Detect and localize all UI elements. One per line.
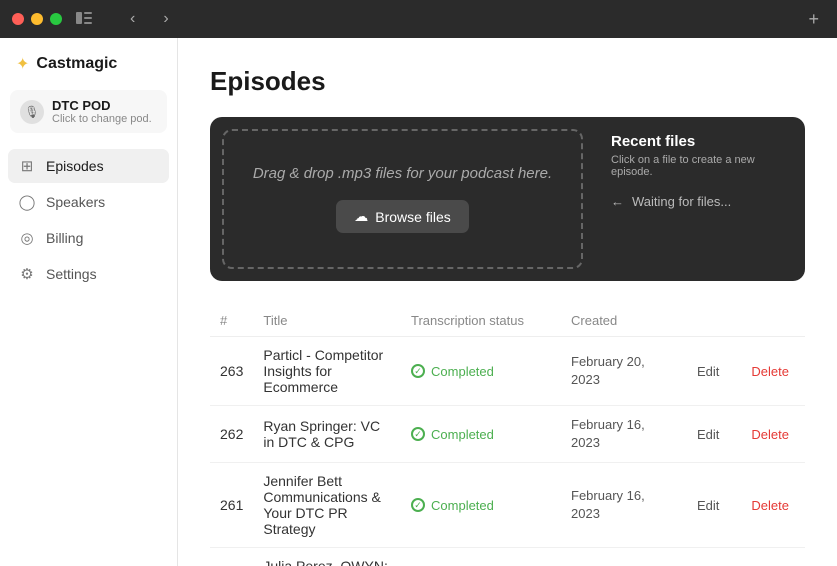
sidebar-label-settings: Settings (46, 266, 97, 282)
sidebar-item-episodes[interactable]: ⊞ Episodes (8, 149, 169, 183)
brand-logo: ✦ Castmagic (0, 54, 177, 90)
edit-button[interactable]: Edit (691, 424, 725, 445)
status-completed-icon: ✓ (411, 498, 425, 512)
row-created: February 14,2023 (561, 548, 681, 566)
podcast-name: DTC POD (52, 98, 152, 113)
cloud-icon: ☁ (354, 208, 368, 225)
table-row: 262 Ryan Springer: VC in DTC & CPG ✓ Com… (210, 406, 805, 463)
titlebar-nav: ‹ › (112, 8, 173, 30)
app-body: ✦ Castmagic 🎙 DTC POD Click to change po… (0, 38, 837, 566)
row-created: February 16,2023 (561, 406, 681, 463)
sidebar-item-settings[interactable]: ⚙ Settings (8, 257, 169, 291)
brand-icon: ✦ (16, 54, 29, 74)
sidebar-toggle-button[interactable] (70, 9, 98, 29)
maximize-dot[interactable] (50, 13, 62, 25)
back-button[interactable]: ‹ (126, 8, 139, 30)
row-created: February 16,2023 (561, 463, 681, 548)
table-row: 263 Particl - Competitor Insights for Ec… (210, 337, 805, 406)
col-header-delete (735, 305, 805, 337)
status-label: Completed (431, 498, 494, 513)
speakers-icon: ◯ (18, 193, 36, 211)
podcast-mic-icon: 🎙 (20, 100, 44, 124)
upload-dropzone[interactable]: Drag & drop .mp3 files for your podcast … (222, 129, 583, 269)
col-header-title: Title (253, 305, 401, 337)
row-edit-cell: Edit (681, 337, 735, 406)
row-num: 261 (210, 463, 253, 548)
forward-button[interactable]: › (159, 8, 172, 30)
row-title: Jennifer Bett Communications & Your DTC … (253, 463, 401, 548)
podcast-info: DTC POD Click to change pod. (52, 98, 152, 125)
waiting-label: Waiting for files... (632, 194, 731, 209)
row-title: Particl - Competitor Insights for Ecomme… (253, 337, 401, 406)
row-num: 260 (210, 548, 253, 566)
recent-files-title: Recent files (611, 133, 789, 150)
table-header-row: # Title Transcription status Created (210, 305, 805, 337)
recent-files-subtitle: Click on a file to create a new episode. (611, 154, 789, 178)
episodes-table: # Title Transcription status Created 263… (210, 305, 805, 566)
episodes-icon: ⊞ (18, 157, 36, 175)
row-num: 262 (210, 406, 253, 463)
close-dot[interactable] (12, 13, 24, 25)
status-label: Completed (431, 364, 494, 379)
billing-icon: ◎ (18, 229, 36, 247)
row-num: 263 (210, 337, 253, 406)
row-created: February 20,2023 (561, 337, 681, 406)
window-controls (12, 13, 62, 25)
podcast-selector[interactable]: 🎙 DTC POD Click to change pod. (10, 90, 167, 133)
status-completed-icon: ✓ (411, 427, 425, 441)
status-completed-icon: ✓ (411, 364, 425, 378)
row-status: ✓ Completed (401, 337, 561, 406)
table-row: 260 Julia Perez, OWYN: How The Best in C… (210, 548, 805, 566)
status-label: Completed (431, 427, 494, 442)
sidebar-label-speakers: Speakers (46, 194, 105, 210)
row-delete-cell: Delete (735, 337, 805, 406)
sidebar-nav: ⊞ Episodes ◯ Speakers ◎ Billing ⚙ Settin… (0, 149, 177, 291)
sidebar-label-episodes: Episodes (46, 158, 104, 174)
row-title: Julia Perez, OWYN: How The Best in CPG G… (253, 548, 401, 566)
upload-section: Drag & drop .mp3 files for your podcast … (210, 117, 805, 281)
browse-label: Browse files (375, 209, 450, 225)
waiting-files: ← Waiting for files... (611, 194, 789, 209)
row-edit-cell: Edit (681, 463, 735, 548)
minimize-dot[interactable] (31, 13, 43, 25)
edit-button[interactable]: Edit (691, 361, 725, 382)
browse-files-button[interactable]: ☁ Browse files (336, 200, 468, 233)
table-row: 261 Jennifer Bett Communications & Your … (210, 463, 805, 548)
col-header-num: # (210, 305, 253, 337)
row-edit-cell: Edit (681, 548, 735, 566)
edit-button[interactable]: Edit (691, 495, 725, 516)
row-delete-cell: Delete (735, 548, 805, 566)
recent-files-panel: Recent files Click on a file to create a… (595, 117, 805, 281)
brand-name: Castmagic (36, 55, 117, 73)
delete-button[interactable]: Delete (745, 495, 795, 516)
col-header-status: Transcription status (401, 305, 561, 337)
add-button[interactable]: + (802, 7, 825, 32)
drag-drop-text: Drag & drop .mp3 files for your podcast … (253, 165, 552, 182)
row-status: ✓ Completed (401, 406, 561, 463)
arrow-left-icon: ← (611, 194, 624, 209)
row-status: ✓ Completed (401, 463, 561, 548)
sidebar: ✦ Castmagic 🎙 DTC POD Click to change po… (0, 38, 178, 566)
delete-button[interactable]: Delete (745, 424, 795, 445)
row-status: ✓ Completed (401, 548, 561, 566)
sidebar-item-billing[interactable]: ◎ Billing (8, 221, 169, 255)
settings-icon: ⚙ (18, 265, 36, 283)
podcast-change-label: Click to change pod. (52, 113, 152, 125)
page-title: Episodes (210, 66, 805, 97)
sidebar-item-speakers[interactable]: ◯ Speakers (8, 185, 169, 219)
main-content: Episodes Drag & drop .mp3 files for your… (178, 38, 837, 566)
row-title: Ryan Springer: VC in DTC & CPG (253, 406, 401, 463)
col-header-edit (681, 305, 735, 337)
titlebar: ‹ › + (0, 0, 837, 38)
row-edit-cell: Edit (681, 406, 735, 463)
delete-button[interactable]: Delete (745, 361, 795, 382)
row-delete-cell: Delete (735, 406, 805, 463)
sidebar-label-billing: Billing (46, 230, 83, 246)
row-delete-cell: Delete (735, 463, 805, 548)
col-header-created: Created (561, 305, 681, 337)
